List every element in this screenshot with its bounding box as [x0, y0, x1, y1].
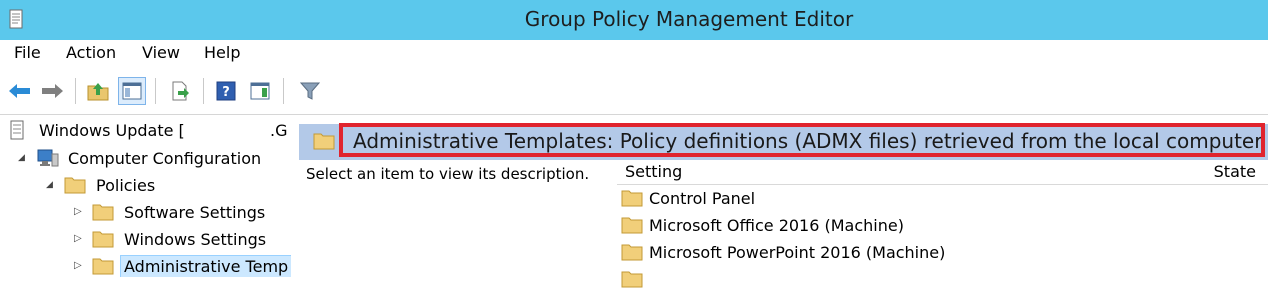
folder-icon [621, 271, 643, 288]
back-icon [9, 84, 30, 98]
show-action-pane-button[interactable] [246, 77, 274, 105]
column-header-label: Setting [625, 162, 683, 181]
svg-text:?: ? [222, 85, 230, 100]
folder-icon [92, 258, 114, 275]
tree-item-root[interactable]: Windows Update [ .G [8, 119, 291, 143]
forward-icon [42, 84, 63, 98]
expand-arrow-icon[interactable]: ▷ [74, 233, 82, 244]
tree-item-software-settings[interactable]: ▷ Software Settings [74, 201, 289, 225]
tree-label-suffix: .G [270, 121, 288, 140]
back-button[interactable] [6, 77, 34, 105]
show-hide-tree-icon [122, 82, 142, 100]
menu-view[interactable]: View [142, 43, 180, 62]
menu-help[interactable]: Help [204, 43, 240, 62]
toolbar-separator [75, 78, 76, 104]
list-item-label: Microsoft PowerPoint 2016 (Machine) [649, 243, 946, 262]
folder-icon [313, 133, 335, 150]
list-item-label: Microsoft Office 2016 (Machine) [649, 216, 904, 235]
toolbar-separator [203, 78, 204, 104]
tree-label: Policies [96, 176, 156, 195]
folder-icon [64, 177, 86, 194]
column-header-state[interactable]: State [1141, 161, 1268, 185]
up-folder-icon [87, 83, 109, 101]
up-folder-button[interactable] [84, 77, 112, 105]
export-list-icon [172, 81, 189, 101]
folder-icon [92, 204, 114, 221]
tree-item-policies[interactable]: ◢ Policies [46, 174, 286, 198]
tree-label: Administrative Temp [120, 255, 291, 277]
filter-button[interactable] [296, 77, 324, 105]
column-header-label: State [1213, 162, 1256, 181]
menu-file[interactable]: File [14, 43, 41, 62]
folder-icon [92, 231, 114, 248]
tree-label: Software Settings [124, 203, 266, 222]
tree-item-windows-settings[interactable]: ▷ Windows Settings [74, 228, 289, 252]
help-icon: ? [216, 81, 236, 101]
toolbar-separator [283, 78, 284, 104]
toolbar-separator [155, 78, 156, 104]
show-hide-tree-button[interactable] [118, 77, 146, 105]
toolbar: ? [0, 68, 1268, 115]
forward-button[interactable] [38, 77, 66, 105]
expand-arrow-icon[interactable]: ▷ [74, 206, 82, 217]
window-title: Group Policy Management Editor [524, 7, 854, 31]
tree-pane[interactable]: Windows Update [ .G ◢ Computer Configura… [0, 115, 292, 277]
folder-icon [621, 190, 643, 207]
tree-label: Windows Settings [124, 230, 267, 249]
tree-item-administrative-templates[interactable]: ▷ Administrative Temp [74, 255, 291, 277]
tree-label: Computer Configuration [68, 149, 262, 168]
menu-action[interactable]: Action [66, 43, 116, 62]
menu-bar: File Action View Help [0, 40, 1268, 68]
expand-arrow-icon[interactable]: ▷ [74, 260, 82, 271]
list-item-label: Control Panel [649, 189, 756, 208]
column-header-setting[interactable]: Setting [617, 161, 1142, 185]
collapse-arrow-icon[interactable]: ◢ [18, 153, 25, 163]
filter-icon [300, 82, 320, 100]
folder-icon [621, 244, 643, 261]
title-bar: Group Policy Management Editor [0, 0, 1268, 40]
export-list-button[interactable] [166, 77, 194, 105]
folder-icon [621, 217, 643, 234]
tree-item-computer-configuration[interactable]: ◢ Computer Configuration [18, 147, 288, 171]
tree-label: Windows Update [ [39, 121, 185, 140]
show-action-pane-icon [250, 82, 270, 100]
details-pane: Administrative Templates: Policy definit… [299, 115, 1268, 288]
help-button[interactable]: ? [212, 77, 240, 105]
collapse-arrow-icon[interactable]: ◢ [46, 180, 53, 190]
policy-document-icon [10, 120, 24, 140]
computer-icon [37, 149, 59, 167]
description-prompt: Select an item to view its description. [306, 165, 590, 183]
highlight-annotation [339, 123, 1265, 157]
